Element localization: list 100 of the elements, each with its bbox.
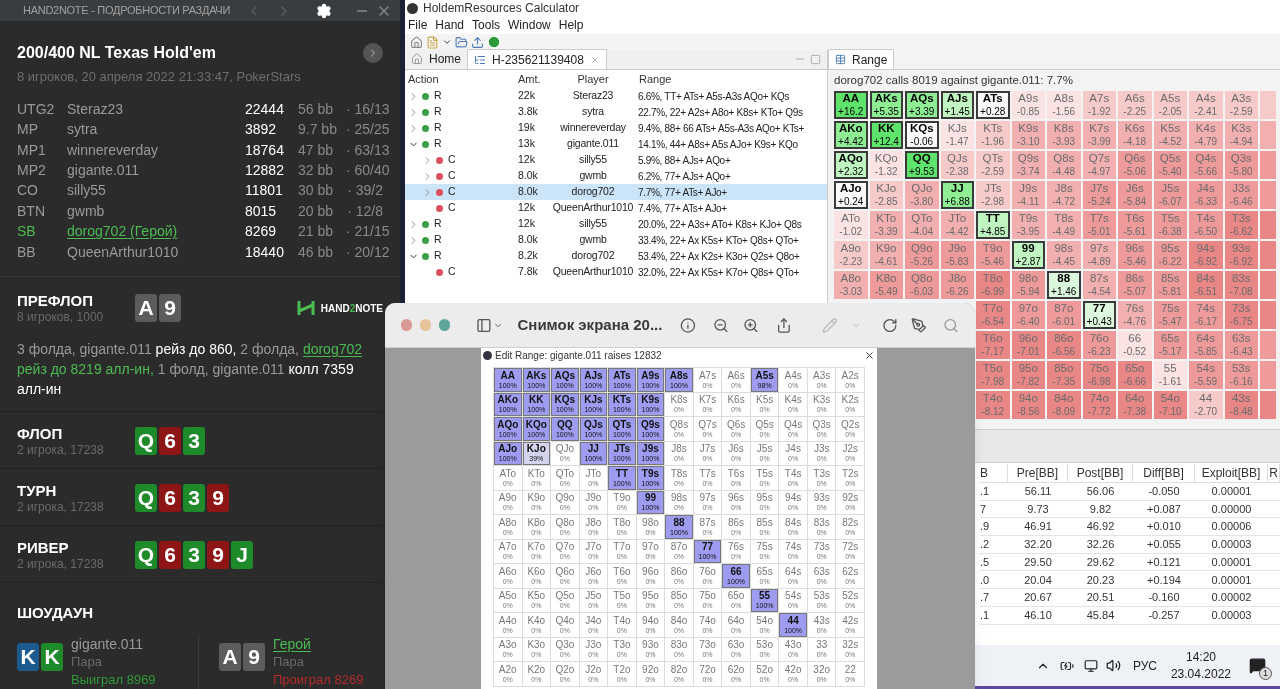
new-file-icon[interactable] [426, 35, 439, 49]
ev-cell[interactable]: A3s -2.59 [1224, 91, 1258, 119]
ev-cell[interactable]: J9o -5.83 [940, 241, 974, 269]
ev-cell[interactable]: J8o -6.26 [940, 271, 974, 299]
ev-cell[interactable]: T9o -5.46 [976, 241, 1010, 269]
clock-date[interactable]: 23.04.2022 [1170, 665, 1231, 683]
ev-cell[interactable]: 99 +2.87 [1011, 241, 1045, 269]
ev-cell[interactable]: 66 -0.52 [1118, 331, 1152, 359]
ev-cell[interactable]: K9o -4.61 [869, 241, 903, 269]
action-row[interactable]: C 12k QueenArthur1010 7.4%, 77+ ATs+ AJo+ [405, 200, 827, 216]
ev-cell[interactable]: QJs -2.38 [940, 151, 974, 179]
ev-cell[interactable]: 87s -4.54 [1082, 271, 1116, 299]
ev-cell[interactable]: KTo -3.39 [869, 211, 903, 239]
sidebar-icon[interactable] [476, 316, 493, 334]
ev-cell[interactable]: 88 +1.46 [1047, 271, 1081, 299]
action-row[interactable]: C 8.0k dorog702 7.7%, 77+ ATs+ AJo+ [405, 184, 827, 200]
action-row[interactable]: C 8.0k gwmb 6.2%, 77+ AJs+ AQo+ [405, 168, 827, 184]
ev-cell[interactable]: A4s -2.41 [1189, 91, 1223, 119]
ev-cell[interactable]: QJo -3.80 [905, 181, 939, 209]
ev-cell[interactable]: 44 -2.70 [1189, 391, 1223, 419]
action-row[interactable]: R 22k Steraz23 6.6%, TT+ ATs+ A5s-A3s AQo+ KQs [405, 88, 827, 104]
ev-cell[interactable]: KQs -0.06 [905, 121, 939, 149]
ev-cell[interactable]: AKo +4.42 [834, 121, 868, 149]
ev-cell[interactable]: QQ +9.53 [905, 151, 939, 179]
ev-cell[interactable]: 97s -4.89 [1082, 241, 1116, 269]
ev-cell[interactable]: AQs +3.39 [905, 91, 939, 119]
ev-cell[interactable]: 85s -5.81 [1153, 271, 1187, 299]
dropdown-icon[interactable] [442, 37, 452, 47]
ev-cell[interactable]: K5s -4.52 [1153, 121, 1187, 149]
ev-cell[interactable]: KK +12.4 [869, 121, 903, 149]
ev-cell[interactable]: 96s -5.46 [1118, 241, 1152, 269]
menu-item[interactable]: Tools [472, 16, 501, 34]
markup-icon[interactable] [911, 316, 928, 334]
ev-cell[interactable]: QTo -4.04 [905, 211, 939, 239]
settings-icon[interactable] [316, 2, 332, 19]
player-name[interactable]: dorog702 (Герой) [67, 221, 178, 243]
ev-cell[interactable]: A9o -2.23 [834, 241, 868, 269]
ev-cell[interactable]: K8s -3.93 [1047, 121, 1081, 149]
info-icon[interactable] [680, 316, 697, 334]
ev-cell[interactable]: Q5s -5.40 [1153, 151, 1187, 179]
ev-cell[interactable]: K7s -3.99 [1082, 121, 1116, 149]
volume-icon[interactable] [1105, 658, 1121, 673]
ev-cell[interactable]: Q8o -6.03 [905, 271, 939, 299]
ev-cell[interactable]: 53s -6.16 [1224, 361, 1258, 389]
action-row[interactable]: C 12k silly55 5.9%, 88+ AJs+ AQo+ [405, 152, 827, 168]
search-icon[interactable] [943, 316, 959, 334]
player-link[interactable]: dorog702 [302, 341, 363, 357]
ev-cell[interactable]: AJs +1.45 [940, 91, 974, 119]
ev-cell[interactable]: 77 +0.43 [1082, 301, 1116, 329]
action-row[interactable]: R 12k silly55 20.0%, 22+ A3s+ ATo+ K8s+ KJo+ Q8s [405, 216, 827, 232]
ev-cell[interactable]: T8s -4.49 [1047, 211, 1081, 239]
ev-cell[interactable]: KQo -1.32 [869, 151, 903, 179]
ev-cell[interactable]: JJ +6.88 [940, 181, 974, 209]
editor-tab[interactable]: H-235621139408 [467, 49, 607, 69]
run-icon[interactable] [487, 35, 501, 49]
ev-cell[interactable]: Q4s -5.66 [1189, 151, 1223, 179]
close-icon[interactable] [864, 350, 875, 361]
home-icon[interactable] [410, 35, 423, 49]
ev-cell[interactable]: Q9o -5.26 [905, 241, 939, 269]
export-icon[interactable] [471, 35, 484, 49]
ev-cell[interactable]: 95s -6.22 [1153, 241, 1187, 269]
next-hand-button[interactable] [363, 43, 383, 64]
network-icon[interactable] [1083, 658, 1098, 673]
ev-cell[interactable]: 97o -6.40 [1011, 301, 1045, 329]
ev-cell[interactable]: J9s -4.11 [1011, 181, 1045, 209]
menu-item[interactable]: Window [508, 16, 551, 34]
ev-cell[interactable]: A8s -1.56 [1047, 91, 1081, 119]
range-tab[interactable]: Range [828, 49, 895, 69]
ev-cell[interactable]: ATo -1.02 [834, 211, 868, 239]
ev-cell[interactable]: T4s -6.50 [1189, 211, 1223, 239]
pencil-icon[interactable] [821, 316, 838, 334]
ev-cell[interactable]: KJo -2.85 [869, 181, 903, 209]
ev-cell[interactable]: K3s -4.94 [1224, 121, 1258, 149]
ev-cell[interactable]: Q9s -3.74 [1011, 151, 1045, 179]
ev-cell[interactable]: AJo +0.24 [834, 181, 868, 209]
zoom-in-icon[interactable] [743, 316, 759, 334]
folder-icon[interactable] [455, 35, 468, 49]
ev-cell[interactable]: AQo +2.32 [834, 151, 868, 179]
ev-cell[interactable]: A8o -3.03 [834, 271, 868, 299]
ev-cell[interactable]: K4s -4.79 [1189, 121, 1223, 149]
ev-cell[interactable]: 54s -5.59 [1189, 361, 1223, 389]
action-row[interactable]: R 3.8k sytra 22.7%, 22+ A2s+ A8o+ K8s+ KTo+ Q9s [405, 104, 827, 120]
ev-cell[interactable]: TT +4.85 [976, 211, 1010, 239]
ev-cell[interactable]: T9s -3.95 [1011, 211, 1045, 239]
maximize-icon[interactable] [810, 54, 821, 65]
ev-cell[interactable]: 55 -1.61 [1153, 361, 1187, 389]
ev-cell[interactable]: T5s -6.38 [1153, 211, 1187, 239]
ev-cell[interactable]: J6s -5.84 [1118, 181, 1152, 209]
action-row[interactable]: R 13k gigante.011 14.1%, 44+ A8s+ A5s AJo+ K9s+ KQo [405, 136, 827, 152]
ev-cell[interactable]: Q7s -4.97 [1082, 151, 1116, 179]
action-row[interactable]: R 8.2k dorog702 53.4%, 22+ Ax K2s+ K3o+ Q2s+ Q8o+ [405, 248, 827, 264]
ev-cell[interactable]: 75s -5.47 [1153, 301, 1187, 329]
action-row[interactable]: C 7.8k QueenArthur1010 32.0%, 22+ Ax K5s+ K7o+ Q8s+ QTo+ [405, 264, 827, 280]
ev-cell[interactable]: ATs +0.28 [976, 91, 1010, 119]
ev-cell[interactable]: K8o -5.49 [869, 271, 903, 299]
action-row[interactable]: R 19k winnereverday 9.4%, 88+ 66 ATs+ A5s-A3s AQo+ KTs+ [405, 120, 827, 136]
zoom-out-icon[interactable] [713, 316, 729, 334]
ev-cell[interactable]: T6s -5.61 [1118, 211, 1152, 239]
rotate-icon[interactable] [881, 316, 898, 334]
ev-cell[interactable]: AKs +5.35 [869, 91, 903, 119]
